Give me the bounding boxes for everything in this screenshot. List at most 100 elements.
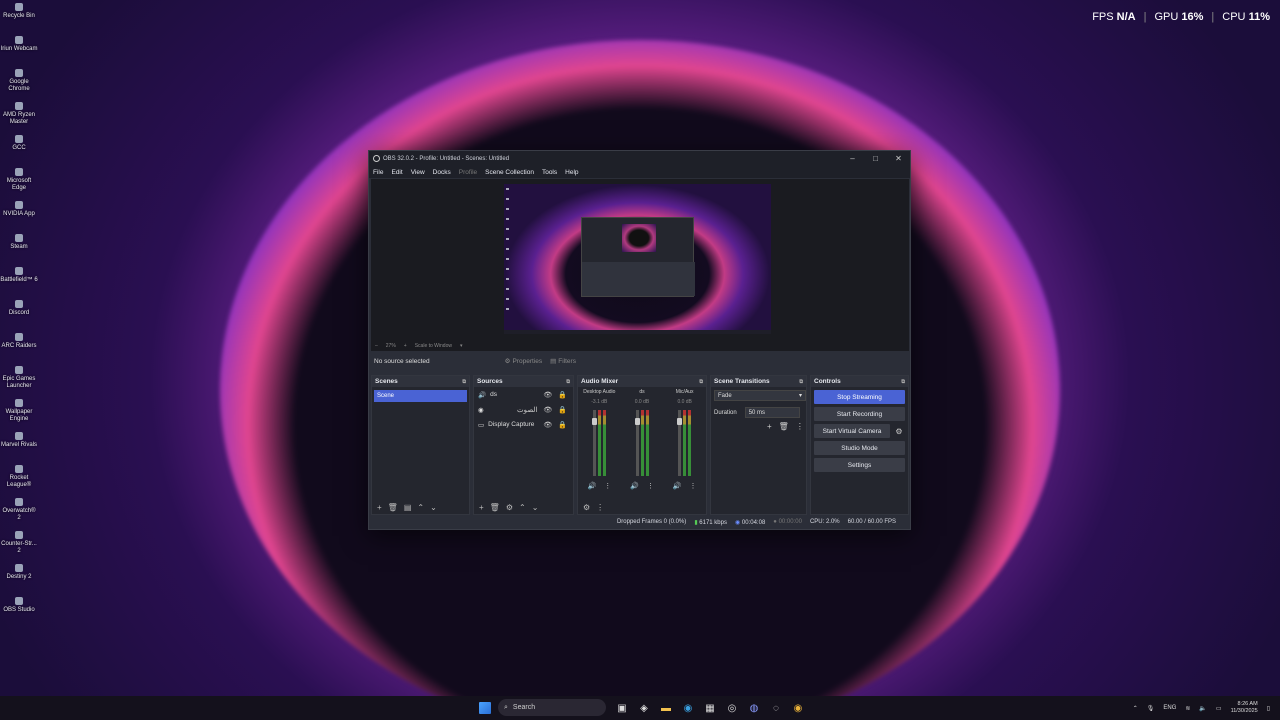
menu-view[interactable]: View (411, 169, 425, 176)
volume-icon[interactable]: 🔈 (1199, 705, 1206, 712)
battery-icon[interactable]: ▭ (1216, 705, 1222, 712)
source-item[interactable]: ◉ الصوت 👁 🔒 (474, 402, 573, 417)
chevron-up-icon[interactable]: ⌃ (1133, 705, 1138, 712)
start-virtual-camera-button[interactable]: Start Virtual Camera (814, 424, 890, 438)
edge-icon[interactable]: ◉ (680, 700, 696, 716)
add-scene-button[interactable]: + (377, 503, 382, 512)
advanced-audio-icon[interactable]: ⚙ (583, 503, 590, 512)
more-icon[interactable]: ⋮ (796, 422, 804, 431)
lock-icon[interactable]: 🔒 (558, 406, 567, 414)
obs-taskbar-icon[interactable]: ◌ (768, 700, 784, 716)
menu-scene-collection[interactable]: Scene Collection (485, 169, 534, 176)
file-explorer-icon[interactable]: ▬ (658, 700, 674, 716)
mute-icon[interactable]: 🔊 (587, 482, 596, 490)
move-up-button[interactable]: ⌃ (519, 503, 526, 512)
desktop-icon[interactable]: Rocket League® (0, 462, 38, 495)
lock-icon[interactable]: 🔒 (558, 391, 567, 399)
start-recording-button[interactable]: Start Recording (814, 407, 905, 421)
more-icon[interactable]: ⋮ (596, 503, 604, 512)
minimize-button[interactable]: – (841, 154, 864, 163)
desktop-icon[interactable]: Recycle Bin (0, 0, 38, 33)
transition-select[interactable]: Fade ▾ (714, 390, 806, 401)
windows-start-icon[interactable] (479, 702, 491, 714)
steam-icon[interactable]: ◎ (724, 700, 740, 716)
desktop-icon[interactable]: AMD Ryzen Master (0, 99, 38, 132)
desktop-icon[interactable]: Microsoft Edge (0, 165, 38, 198)
discord-icon[interactable]: ◍ (746, 700, 762, 716)
source-item[interactable]: ▭ Display Capture 👁 🔒 (474, 417, 573, 432)
visibility-eye-icon[interactable]: 👁 (543, 391, 552, 399)
scene-filters-button[interactable]: ▤ (404, 503, 412, 512)
volume-slider[interactable] (634, 410, 640, 476)
remove-source-button[interactable]: 🗑 (490, 503, 500, 512)
visibility-eye-icon[interactable]: 👁 (543, 406, 552, 414)
desktop-icon[interactable]: Epic Games Launcher (0, 363, 38, 396)
desktop-icon[interactable]: ARC Raiders (0, 330, 38, 363)
menu-help[interactable]: Help (565, 169, 578, 176)
desktop-icon[interactable]: Destiny 2 (0, 561, 38, 594)
move-up-button[interactable]: ⌃ (417, 503, 424, 512)
desktop-icon[interactable]: GCC (0, 132, 38, 165)
desktop-icon[interactable]: Overwatch® 2 (0, 495, 38, 528)
store-icon[interactable]: ▦ (702, 700, 718, 716)
desktop-icon[interactable]: Iriun Webcam (0, 33, 38, 66)
source-properties-button[interactable]: ⚙ (506, 503, 513, 512)
add-transition-button[interactable]: + (767, 422, 772, 431)
volume-slider[interactable] (677, 410, 683, 476)
undock-icon[interactable]: ⧉ (699, 379, 703, 385)
zoom-out-button[interactable]: – (375, 343, 378, 349)
copilot-icon[interactable]: ◈ (636, 700, 652, 716)
undock-icon[interactable]: ⧉ (462, 379, 466, 385)
remove-scene-button[interactable]: 🗑 (388, 503, 398, 512)
desktop-icon[interactable]: NVIDIA App (0, 198, 38, 231)
title-bar[interactable]: OBS 32.0.2 - Profile: Untitled - Scenes:… (369, 151, 910, 166)
chevron-down-icon[interactable]: ▾ (460, 343, 463, 349)
duration-spinbox[interactable]: 50 ms (744, 407, 800, 418)
desktop-icon[interactable]: Battlefield™ 6 (0, 264, 38, 297)
filters-button[interactable]: ▤ Filters (550, 357, 576, 366)
mute-icon[interactable]: 🔊 (630, 482, 639, 490)
desktop-icon[interactable]: OBS Studio (0, 594, 38, 627)
desktop-icon[interactable]: Wallpaper Engine (0, 396, 38, 429)
mute-icon[interactable]: 🔊 (673, 482, 682, 490)
menu-profile[interactable]: Profile (459, 169, 477, 176)
close-button[interactable]: ✕ (887, 154, 910, 163)
preview-canvas[interactable] (371, 179, 909, 342)
chrome-icon[interactable]: ◉ (790, 700, 806, 716)
source-item[interactable]: 🔊 ds 👁 🔒 (474, 387, 573, 402)
properties-button[interactable]: ⚙ Properties (505, 357, 542, 366)
maximize-button[interactable]: □ (864, 154, 887, 163)
more-icon[interactable]: ⋮ (690, 482, 697, 490)
gear-icon[interactable]: ⚙ (893, 425, 905, 437)
scale-mode-select[interactable]: Scale to Window (415, 343, 452, 349)
stop-streaming-button[interactable]: Stop Streaming (814, 390, 905, 404)
remove-transition-button[interactable]: 🗑 (779, 422, 789, 431)
visibility-eye-icon[interactable]: 👁 (543, 421, 552, 429)
notification-icon[interactable]: ▯ (1267, 705, 1270, 712)
desktop-icon[interactable]: Steam (0, 231, 38, 264)
undock-icon[interactable]: ⧉ (566, 379, 570, 385)
scene-item[interactable]: Scene (374, 390, 467, 402)
move-down-button[interactable]: ⌄ (430, 503, 437, 512)
desktop-icon[interactable]: Google Chrome (0, 66, 38, 99)
lock-icon[interactable]: 🔒 (558, 421, 567, 429)
studio-mode-button[interactable]: Studio Mode (814, 441, 905, 455)
add-source-button[interactable]: + (479, 503, 484, 512)
desktop-icon[interactable]: Counter-Str... 2 (0, 528, 38, 561)
undock-icon[interactable]: ⧉ (799, 379, 803, 385)
menu-tools[interactable]: Tools (542, 169, 557, 176)
task-view-icon[interactable]: ▣ (614, 700, 630, 716)
settings-button[interactable]: Settings (814, 458, 905, 472)
more-icon[interactable]: ⋮ (604, 482, 611, 490)
more-icon[interactable]: ⋮ (647, 482, 654, 490)
move-down-button[interactable]: ⌄ (532, 503, 539, 512)
taskbar-search[interactable]: ⌕ Search (498, 699, 606, 716)
clock[interactable]: 8:26 AM 11/30/2025 (1231, 701, 1258, 715)
mic-icon[interactable]: 🎙 (1147, 705, 1155, 712)
menu-edit[interactable]: Edit (391, 169, 402, 176)
wifi-icon[interactable]: ≋ (1185, 705, 1190, 712)
zoom-in-button[interactable]: + (404, 343, 407, 349)
undock-icon[interactable]: ⧉ (901, 379, 905, 385)
desktop-icon[interactable]: Discord (0, 297, 38, 330)
language-indicator[interactable]: ENG (1163, 705, 1176, 711)
